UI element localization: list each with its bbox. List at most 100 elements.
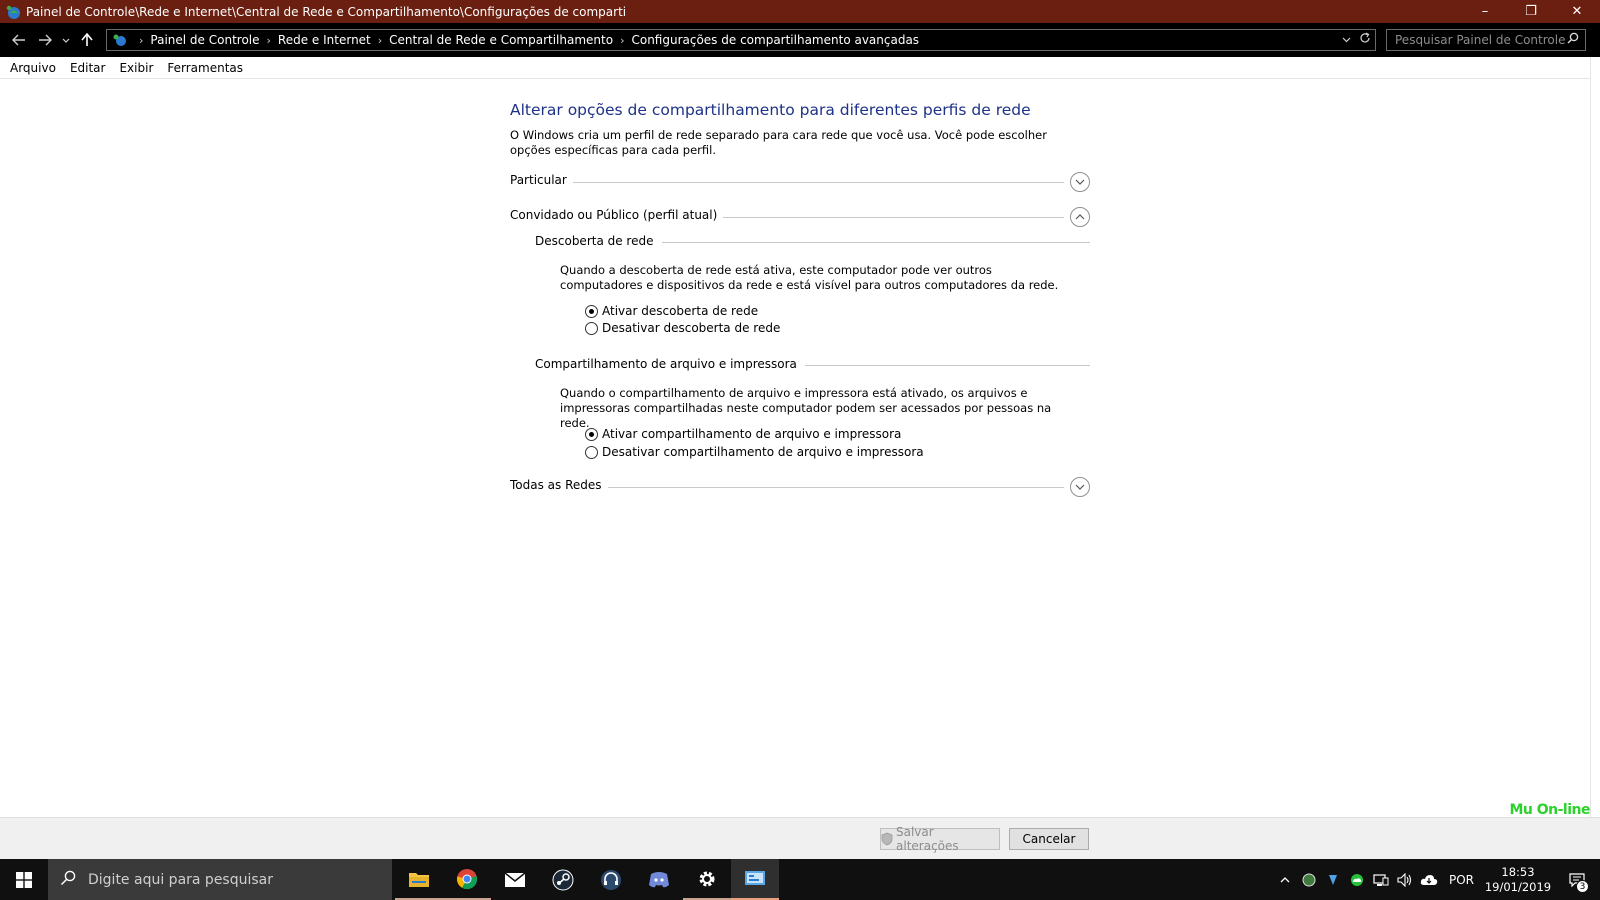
- steam-icon[interactable]: [539, 859, 587, 900]
- radio-discovery-on[interactable]: Ativar descoberta de rede: [585, 304, 758, 318]
- expand-chevron-icon[interactable]: [1070, 477, 1090, 497]
- onedrive-tray-icon[interactable]: [1417, 859, 1441, 900]
- forward-button[interactable]: [32, 27, 58, 53]
- taskbar-search-input[interactable]: Digite aqui para pesquisar: [48, 859, 392, 900]
- settings-icon[interactable]: [683, 859, 731, 900]
- radio-button-checked[interactable]: [585, 427, 598, 441]
- radio-sharing-off[interactable]: Desativar compartilhamento de arquivo e …: [585, 445, 924, 459]
- network-discovery-description: Quando a descoberta de rede está ativa, …: [560, 263, 1059, 292]
- radio-button[interactable]: [585, 321, 598, 335]
- cloud-green-tray-icon[interactable]: [1345, 859, 1369, 900]
- chevron-up-icon[interactable]: [1273, 859, 1297, 900]
- volume-tray-icon[interactable]: [1393, 859, 1417, 900]
- radio-discovery-on-label[interactable]: Ativar descoberta de rede: [602, 304, 758, 318]
- app-tray-icon[interactable]: [1321, 859, 1345, 900]
- scrollbar-track[interactable]: [1590, 57, 1600, 817]
- page-description: O Windows cria um perfil de rede separad…: [510, 128, 1047, 157]
- radio-discovery-off-label[interactable]: Desativar descoberta de rede: [602, 321, 780, 335]
- search-input[interactable]: Pesquisar Painel de Controle: [1386, 29, 1586, 51]
- profile-particular[interactable]: Particular: [510, 172, 1090, 195]
- arrow-right-icon: [39, 34, 52, 46]
- network-discovery-section: Descoberta de rede: [535, 234, 1090, 252]
- start-button[interactable]: [0, 859, 48, 900]
- network-tray-icon[interactable]: [1369, 859, 1393, 900]
- menu-ferramentas[interactable]: Ferramentas: [160, 61, 250, 75]
- cancel-button[interactable]: Cancelar: [1009, 828, 1089, 850]
- taskbar: Digite aqui para pesquisar POR 18:53 19/…: [0, 859, 1600, 900]
- system-tray: POR 18:53 19/01/2019 3: [1273, 859, 1600, 900]
- search-placeholder: Pesquisar Painel de Controle: [1395, 33, 1566, 47]
- breadcrumb-painel[interactable]: Painel de Controle: [150, 33, 259, 47]
- address-toolbar: › Painel de Controle › Rede e Internet ›…: [0, 23, 1600, 57]
- menu-editar[interactable]: Editar: [63, 61, 113, 75]
- minimize-button[interactable]: –: [1462, 0, 1508, 23]
- radio-sharing-on-label[interactable]: Ativar compartilhamento de arquivo e imp…: [602, 427, 901, 441]
- file-explorer-icon[interactable]: [395, 859, 443, 900]
- menu-exibir[interactable]: Exibir: [112, 61, 160, 75]
- back-button[interactable]: [6, 27, 32, 53]
- breadcrumb-central-rede[interactable]: Central de Rede e Compartilhamento: [389, 33, 613, 47]
- arrow-up-icon: [81, 33, 93, 46]
- save-button-label: Salvar alterações: [896, 825, 959, 853]
- profile-particular-label[interactable]: Particular: [510, 173, 573, 187]
- search-icon: [1567, 32, 1579, 48]
- taskbar-search-placeholder: Digite aqui para pesquisar: [88, 871, 274, 888]
- radio-discovery-off[interactable]: Desativar descoberta de rede: [585, 321, 780, 335]
- radio-sharing-off-label[interactable]: Desativar compartilhamento de arquivo e …: [602, 445, 924, 459]
- recent-locations-button[interactable]: [58, 27, 74, 53]
- breadcrumb-rede-internet[interactable]: Rede e Internet: [278, 33, 371, 47]
- uac-shield-icon: [881, 832, 893, 846]
- address-bar[interactable]: › Painel de Controle › Rede e Internet ›…: [106, 29, 1376, 51]
- action-bar: Mu On-line Salvar alterações Cancelar: [0, 802, 1600, 859]
- breadcrumb-current[interactable]: Configurações de compartilhamento avança…: [631, 33, 919, 47]
- profile-todas-redes[interactable]: Todas as Redes: [510, 477, 1090, 500]
- radio-button[interactable]: [585, 445, 598, 459]
- page-title: Alterar opções de compartilhamento para …: [510, 101, 1031, 119]
- control-panel-icon[interactable]: [731, 859, 779, 900]
- menu-arquivo[interactable]: Arquivo: [3, 61, 63, 75]
- clock-time: 18:53: [1501, 864, 1535, 879]
- file-sharing-description: Quando o compartilhamento de arquivo e i…: [560, 386, 1052, 430]
- window-title: Painel de Controle\Rede e Internet\Centr…: [26, 4, 627, 19]
- language-indicator[interactable]: POR: [1441, 873, 1482, 887]
- breadcrumb-separator: ›: [620, 33, 625, 47]
- notification-count-badge: 3: [1576, 880, 1589, 893]
- clock-date: 19/01/2019: [1484, 879, 1552, 894]
- discord-icon[interactable]: [635, 859, 683, 900]
- watermark-text: Mu On-line: [1509, 802, 1590, 818]
- restore-button[interactable]: ❐: [1508, 0, 1554, 23]
- network-discovery-title: Descoberta de rede: [535, 234, 662, 248]
- expand-chevron-icon[interactable]: [1070, 172, 1090, 192]
- windows-logo-icon: [16, 871, 32, 888]
- radio-sharing-on[interactable]: Ativar compartilhamento de arquivo e imp…: [585, 427, 901, 441]
- breadcrumb-separator: ›: [266, 33, 271, 47]
- up-button[interactable]: [74, 27, 100, 53]
- file-sharing-section: Compartilhamento de arquivo e impressora: [535, 357, 1090, 375]
- clock[interactable]: 18:53 19/01/2019: [1482, 865, 1554, 895]
- profile-todas-redes-label[interactable]: Todas as Redes: [510, 478, 608, 492]
- cancel-button-label: Cancelar: [1022, 832, 1076, 846]
- headset-app-icon[interactable]: [587, 859, 635, 900]
- mail-icon[interactable]: [491, 859, 539, 900]
- divider: [510, 182, 1064, 183]
- globe-tray-icon[interactable]: [1297, 859, 1321, 900]
- refresh-icon[interactable]: [1359, 32, 1371, 47]
- breadcrumb-separator: ›: [377, 33, 383, 47]
- profile-convidado-label[interactable]: Convidado ou Público (perfil atual): [510, 208, 724, 222]
- profile-convidado[interactable]: Convidado ou Público (perfil atual): [510, 207, 1090, 230]
- action-center-button[interactable]: 3: [1554, 859, 1600, 900]
- breadcrumb-separator: ›: [139, 33, 144, 47]
- radio-button-checked[interactable]: [585, 304, 598, 318]
- collapse-chevron-icon[interactable]: [1070, 207, 1090, 227]
- file-sharing-title: Compartilhamento de arquivo e impressora: [535, 357, 805, 371]
- network-app-icon: [6, 4, 22, 20]
- network-location-icon: [112, 33, 128, 47]
- save-button[interactable]: Salvar alterações: [880, 825, 1000, 853]
- arrow-left-icon: [12, 34, 25, 46]
- chevron-down-icon: [62, 38, 70, 43]
- address-dropdown-icon[interactable]: [1342, 32, 1351, 47]
- chrome-icon[interactable]: [443, 859, 491, 900]
- menu-bar: Arquivo Editar Exibir Ferramentas: [0, 57, 1600, 79]
- search-icon: [60, 870, 76, 890]
- close-button[interactable]: ✕: [1554, 0, 1600, 23]
